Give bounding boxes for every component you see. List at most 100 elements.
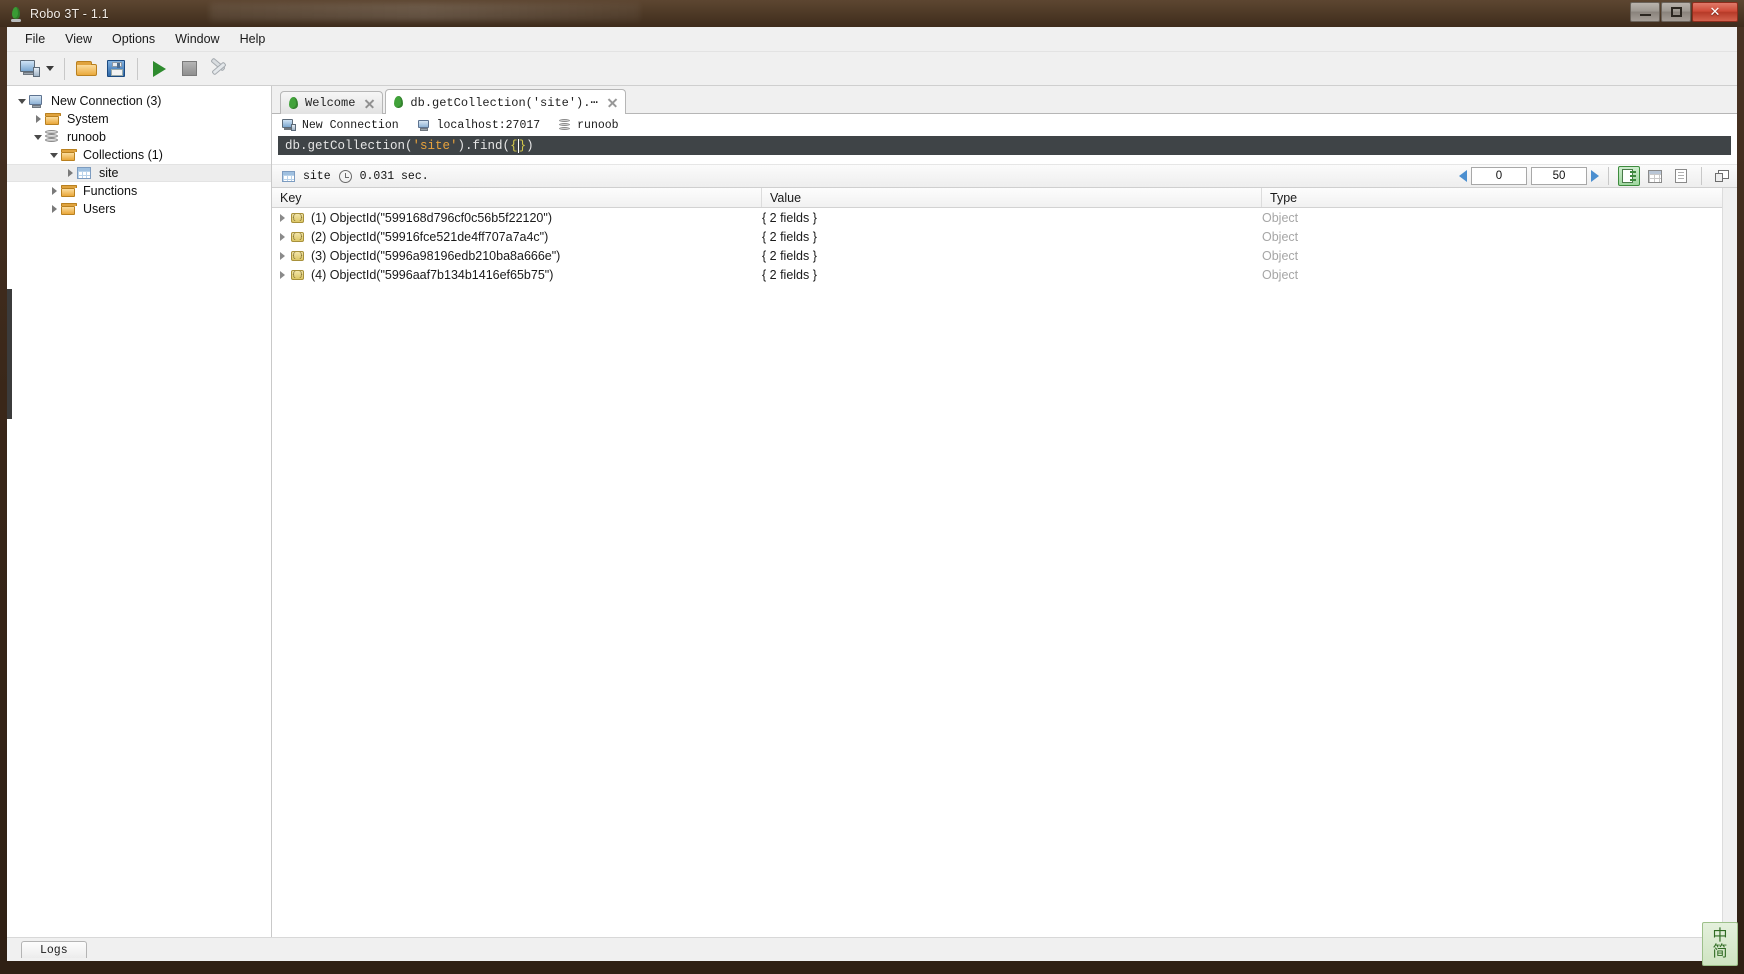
connection-info-bar: New Connection localhost:27017 runoob <box>272 114 1737 136</box>
wrench-icon <box>209 56 229 78</box>
logs-tab-button[interactable]: Logs <box>21 941 87 958</box>
chevron-down-icon[interactable] <box>46 66 54 71</box>
expand-arrow-closed-icon[interactable] <box>280 213 285 222</box>
results-header-row: Key Value Type <box>272 188 1737 208</box>
row-key-cell[interactable]: { } (4) ObjectId("5996aaf7b134b1416ef65b… <box>272 265 762 284</box>
row-key-cell[interactable]: { } (1) ObjectId("599168d796cf0c56b5f221… <box>272 208 762 227</box>
result-collection-name: site <box>303 169 331 183</box>
row-key-cell[interactable]: { } (3) ObjectId("5996a98196edb210ba8a66… <box>272 246 762 265</box>
table-row[interactable]: { } (1) ObjectId("599168d796cf0c56b5f221… <box>272 208 1737 227</box>
objectid-icon: { } <box>291 231 304 242</box>
column-header-value[interactable]: Value <box>762 188 1262 207</box>
expand-arrow-closed-icon[interactable] <box>31 115 45 123</box>
minimize-button[interactable] <box>1630 2 1660 22</box>
tab-strip: Welcome db.getCollection('site').⋯ <box>272 86 1737 114</box>
expand-arrow-open-icon[interactable] <box>15 98 29 104</box>
editor-token-close-paren: ) <box>526 138 534 153</box>
open-script-button[interactable] <box>71 55 101 83</box>
sidebar-item-collections[interactable]: Collections (1) <box>7 146 271 164</box>
editor-token-string: 'site' <box>412 138 458 153</box>
server-icon <box>417 119 431 131</box>
tools-button[interactable] <box>204 55 234 83</box>
sidebar-item-new-connection[interactable]: New Connection (3) <box>7 92 271 110</box>
connection-name: New Connection <box>302 118 399 132</box>
close-icon[interactable] <box>364 98 375 109</box>
stop-button[interactable] <box>174 55 204 83</box>
close-icon[interactable] <box>607 97 618 108</box>
sidebar-item-label: New Connection (3) <box>51 94 162 108</box>
save-script-button[interactable] <box>101 55 131 83</box>
host-group[interactable]: localhost:27017 <box>417 119 540 132</box>
expand-arrow-open-icon[interactable] <box>31 134 45 140</box>
sidebar-item-functions[interactable]: Functions <box>7 182 271 200</box>
sidebar-item-system[interactable]: System <box>7 110 271 128</box>
result-elapsed-time: 0.031 sec. <box>359 169 429 183</box>
row-value-cell: { 2 fields } <box>762 248 817 263</box>
results-vertical-scrollbar[interactable] <box>1722 188 1737 937</box>
table-row[interactable]: { } (4) ObjectId("5996aaf7b134b1416ef65b… <box>272 265 1737 284</box>
sidebar-item-users[interactable]: Users <box>7 200 271 218</box>
toolbar-separator <box>137 57 138 80</box>
database-name: runoob <box>577 118 619 132</box>
row-value-cell: { 2 fields } <box>762 210 817 225</box>
maximize-icon <box>1670 7 1682 17</box>
status-bar: Logs <box>7 937 1737 961</box>
database-group[interactable]: runoob <box>559 118 619 132</box>
objectid-icon: { } <box>291 250 304 261</box>
execute-button[interactable] <box>144 55 174 83</box>
row-value-cell: { 2 fields } <box>762 229 817 244</box>
table-view-button[interactable] <box>1644 166 1666 186</box>
menu-item-view[interactable]: View <box>55 29 102 49</box>
database-icon <box>559 119 571 131</box>
folder-icon <box>61 148 78 162</box>
work-area: Welcome db.getCollection('site').⋯ New C… <box>272 86 1737 937</box>
application-window: Robo 3T - 1.1 ✕ File View Options Window… <box>0 0 1744 974</box>
tab-label: Welcome <box>305 96 356 110</box>
row-value-cell: { 2 fields } <box>762 267 817 282</box>
query-editor[interactable]: db.getCollection('site').find({}) <box>278 136 1731 155</box>
sidebar-item-runoob[interactable]: runoob <box>7 128 271 146</box>
expand-arrow-closed-icon[interactable] <box>47 187 61 195</box>
editor-token-call: db.getCollection( <box>285 138 413 153</box>
ime-indicator[interactable]: 中 简 <box>1702 922 1738 966</box>
next-page-button[interactable] <box>1591 170 1599 182</box>
ime-mode-simplified: 简 <box>1712 942 1728 960</box>
connect-button[interactable] <box>15 55 45 83</box>
row-key-cell[interactable]: { } (2) ObjectId("59916fce521de4ff707a7a… <box>272 227 762 246</box>
query-editor-wrapper: db.getCollection('site').find({}) <box>272 136 1737 155</box>
sidebar-item-site[interactable]: site <box>7 164 271 182</box>
folder-icon <box>45 112 62 126</box>
menu-item-file[interactable]: File <box>15 29 55 49</box>
previous-page-button[interactable] <box>1459 170 1467 182</box>
menu-item-help[interactable]: Help <box>230 29 276 49</box>
tab-welcome[interactable]: Welcome <box>280 91 384 114</box>
column-header-type[interactable]: Type <box>1262 188 1737 207</box>
expand-arrow-closed-icon[interactable] <box>280 251 285 260</box>
computer-icon <box>282 119 296 131</box>
expand-arrow-open-icon[interactable] <box>47 152 61 158</box>
column-header-key[interactable]: Key <box>272 188 762 207</box>
window-controls: ✕ <box>1630 2 1738 22</box>
limit-input[interactable]: 50 <box>1531 167 1587 185</box>
table-view-icon <box>1648 169 1662 183</box>
connection-name-group[interactable]: New Connection <box>282 119 399 132</box>
table-row[interactable]: { } (2) ObjectId("59916fce521de4ff707a7a… <box>272 227 1737 246</box>
left-scroll-rail[interactable] <box>7 289 12 419</box>
menu-item-options[interactable]: Options <box>102 29 165 49</box>
skip-input[interactable]: 0 <box>1471 167 1527 185</box>
close-button[interactable]: ✕ <box>1692 2 1738 22</box>
table-row[interactable]: { } (3) ObjectId("5996a98196edb210ba8a66… <box>272 246 1737 265</box>
tab-query-site[interactable]: db.getCollection('site').⋯ <box>385 89 626 114</box>
tree-view-button[interactable] <box>1618 166 1640 186</box>
expand-arrow-closed-icon[interactable] <box>280 270 285 279</box>
menu-item-window[interactable]: Window <box>165 29 229 49</box>
toolbar-separator <box>64 57 65 80</box>
row-type-cell: Object <box>1262 210 1299 225</box>
expand-arrow-closed-icon[interactable] <box>63 169 77 177</box>
sidebar-item-label: site <box>99 166 119 180</box>
expand-arrow-closed-icon[interactable] <box>47 205 61 213</box>
detach-window-button[interactable] <box>1711 166 1733 186</box>
expand-arrow-closed-icon[interactable] <box>280 232 285 241</box>
text-view-button[interactable] <box>1670 166 1692 186</box>
maximize-button[interactable] <box>1661 2 1691 22</box>
